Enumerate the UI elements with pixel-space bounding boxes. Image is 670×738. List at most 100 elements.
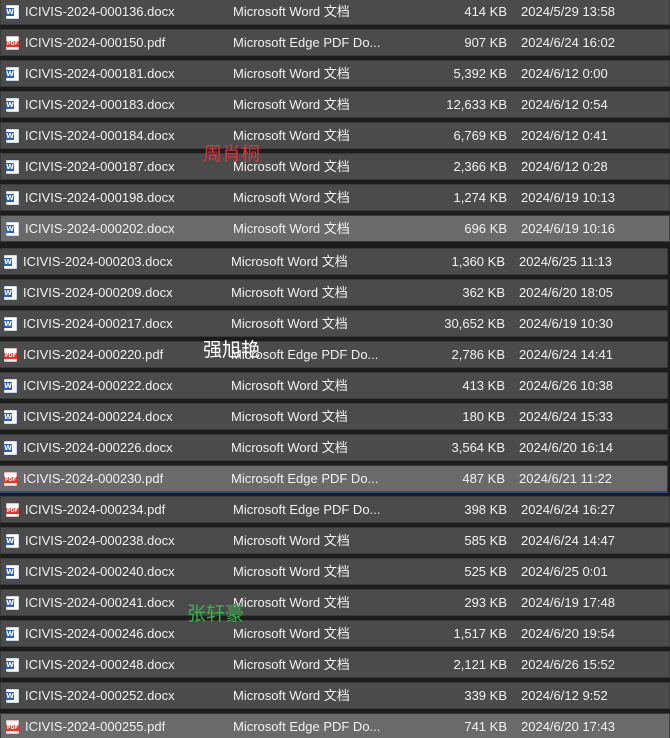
file-date: 2024/6/12 0:54 bbox=[521, 97, 608, 112]
file-row[interactable]: ICIVIS-2024-000240.docx Microsoft Word 文… bbox=[0, 558, 670, 585]
file-name: ICIVIS-2024-000234.pdf bbox=[25, 502, 166, 517]
file-type: Microsoft Word 文档 bbox=[233, 190, 350, 205]
file-name: ICIVIS-2024-000241.docx bbox=[25, 595, 175, 610]
file-size: 30,652 KB bbox=[444, 316, 505, 331]
file-size: 180 KB bbox=[462, 409, 505, 424]
file-type: Microsoft Word 文档 bbox=[233, 688, 350, 703]
file-name: ICIVIS-2024-000198.docx bbox=[25, 190, 175, 205]
file-date: 2024/6/12 0:00 bbox=[521, 66, 608, 81]
file-size: 696 KB bbox=[464, 221, 507, 236]
file-row[interactable]: ICIVIS-2024-000226.docx Microsoft Word 文… bbox=[0, 434, 668, 461]
file-date: 2024/6/25 0:01 bbox=[521, 564, 608, 579]
file-name: ICIVIS-2024-000222.docx bbox=[23, 378, 173, 393]
file-name: ICIVIS-2024-000181.docx bbox=[25, 66, 175, 81]
file-name: ICIVIS-2024-000184.docx bbox=[25, 128, 175, 143]
file-name: ICIVIS-2024-000209.docx bbox=[23, 285, 173, 300]
file-date: 2024/6/20 16:14 bbox=[519, 440, 613, 455]
file-name: ICIVIS-2024-000220.pdf bbox=[23, 347, 164, 362]
file-row[interactable]: ICIVIS-2024-000202.docx Microsoft Word 文… bbox=[0, 215, 670, 242]
word-document-icon bbox=[6, 129, 19, 143]
pdf-document-icon bbox=[6, 720, 19, 734]
file-row[interactable]: ICIVIS-2024-000209.docx Microsoft Word 文… bbox=[0, 279, 668, 306]
file-size: 741 KB bbox=[464, 719, 507, 734]
file-row[interactable]: ICIVIS-2024-000203.docx Microsoft Word 文… bbox=[0, 248, 668, 275]
word-document-icon bbox=[6, 5, 19, 19]
file-row[interactable]: ICIVIS-2024-000136.docx Microsoft Word 文… bbox=[0, 0, 670, 25]
file-type: Microsoft Word 文档 bbox=[233, 564, 350, 579]
word-document-icon bbox=[6, 534, 19, 548]
file-date: 2024/6/24 15:33 bbox=[519, 409, 613, 424]
file-row[interactable]: ICIVIS-2024-000248.docx Microsoft Word 文… bbox=[0, 651, 670, 678]
file-row[interactable]: ICIVIS-2024-000181.docx Microsoft Word 文… bbox=[0, 60, 670, 87]
file-date: 2024/6/19 10:13 bbox=[521, 190, 615, 205]
file-name: ICIVIS-2024-000217.docx bbox=[23, 316, 173, 331]
file-row[interactable]: ICIVIS-2024-000241.docx Microsoft Word 文… bbox=[0, 589, 670, 616]
file-row[interactable]: ICIVIS-2024-000198.docx Microsoft Word 文… bbox=[0, 184, 670, 211]
file-date: 2024/6/26 10:38 bbox=[519, 378, 613, 393]
file-size: 293 KB bbox=[464, 595, 507, 610]
word-document-icon bbox=[6, 160, 19, 174]
file-date: 2024/6/21 11:22 bbox=[519, 471, 613, 486]
file-size: 2,366 KB bbox=[453, 159, 508, 174]
file-size: 487 KB bbox=[462, 471, 505, 486]
file-date: 2024/6/20 19:54 bbox=[521, 626, 615, 641]
file-row[interactable]: ICIVIS-2024-000246.docx Microsoft Word 文… bbox=[0, 620, 670, 647]
file-size: 398 KB bbox=[464, 502, 507, 517]
file-type: Microsoft Word 文档 bbox=[231, 440, 348, 455]
file-row[interactable]: ICIVIS-2024-000150.pdf Microsoft Edge PD… bbox=[0, 29, 670, 56]
word-document-icon bbox=[4, 441, 17, 455]
file-type: Microsoft Edge PDF Do... bbox=[231, 471, 379, 486]
file-type: Microsoft Word 文档 bbox=[231, 409, 348, 424]
word-document-icon bbox=[6, 222, 19, 236]
file-size: 362 KB bbox=[462, 285, 505, 300]
file-type: Microsoft Word 文档 bbox=[231, 316, 348, 331]
file-name: ICIVIS-2024-000224.docx bbox=[23, 409, 173, 424]
file-date: 2024/6/12 0:41 bbox=[521, 128, 608, 143]
file-name: ICIVIS-2024-000252.docx bbox=[25, 688, 175, 703]
file-row[interactable]: ICIVIS-2024-000234.pdf Microsoft Edge PD… bbox=[0, 496, 670, 523]
word-document-icon bbox=[6, 67, 19, 81]
file-size: 5,392 KB bbox=[453, 66, 508, 81]
file-size: 1,360 KB bbox=[451, 254, 506, 269]
file-date: 2024/6/26 15:52 bbox=[521, 657, 615, 672]
file-size: 6,769 KB bbox=[453, 128, 508, 143]
file-type: Microsoft Word 文档 bbox=[233, 533, 350, 548]
file-size: 414 KB bbox=[464, 4, 507, 19]
file-size: 2,121 KB bbox=[453, 657, 508, 672]
pdf-document-icon bbox=[4, 348, 17, 362]
file-row[interactable]: ICIVIS-2024-000217.docx Microsoft Word 文… bbox=[0, 310, 668, 337]
file-row[interactable]: ICIVIS-2024-000238.docx Microsoft Word 文… bbox=[0, 527, 670, 554]
file-row[interactable]: ICIVIS-2024-000222.docx Microsoft Word 文… bbox=[0, 372, 668, 399]
file-date: 2024/6/19 10:30 bbox=[519, 316, 613, 331]
file-type: Microsoft Word 文档 bbox=[233, 128, 350, 143]
file-row[interactable]: ICIVIS-2024-000252.docx Microsoft Word 文… bbox=[0, 682, 670, 709]
file-date: 2024/6/20 17:43 bbox=[521, 719, 615, 734]
file-type: Microsoft Word 文档 bbox=[233, 221, 350, 236]
file-row[interactable]: ICIVIS-2024-000183.docx Microsoft Word 文… bbox=[0, 91, 670, 118]
file-row[interactable]: ICIVIS-2024-000255.pdf Microsoft Edge PD… bbox=[0, 713, 670, 738]
file-date: 2024/6/19 17:48 bbox=[521, 595, 615, 610]
file-type: Microsoft Word 文档 bbox=[231, 254, 348, 269]
word-document-icon bbox=[6, 596, 19, 610]
file-date: 2024/6/24 14:47 bbox=[521, 533, 615, 548]
file-size: 2,786 KB bbox=[451, 347, 506, 362]
file-row[interactable]: ICIVIS-2024-000230.pdf Microsoft Edge PD… bbox=[0, 465, 668, 493]
pdf-document-icon bbox=[6, 36, 19, 50]
word-document-icon bbox=[4, 286, 17, 300]
file-name: ICIVIS-2024-000187.docx bbox=[25, 159, 175, 174]
file-name: ICIVIS-2024-000202.docx bbox=[25, 221, 175, 236]
file-name: ICIVIS-2024-000183.docx bbox=[25, 97, 175, 112]
file-row[interactable]: ICIVIS-2024-000224.docx Microsoft Word 文… bbox=[0, 403, 668, 430]
file-row[interactable]: ICIVIS-2024-000184.docx Microsoft Word 文… bbox=[0, 122, 670, 149]
file-name: ICIVIS-2024-000238.docx bbox=[25, 533, 175, 548]
file-name: ICIVIS-2024-000136.docx bbox=[25, 4, 175, 19]
file-type: Microsoft Word 文档 bbox=[233, 4, 350, 19]
file-row[interactable]: ICIVIS-2024-000187.docx Microsoft Word 文… bbox=[0, 153, 670, 180]
file-type: Microsoft Edge PDF Do... bbox=[233, 35, 381, 50]
word-document-icon bbox=[6, 565, 19, 579]
file-date: 2024/6/24 14:41 bbox=[519, 347, 613, 362]
file-date: 2024/6/20 18:05 bbox=[519, 285, 613, 300]
word-document-icon bbox=[4, 410, 17, 424]
word-document-icon bbox=[6, 191, 19, 205]
file-row[interactable]: ICIVIS-2024-000220.pdf Microsoft Edge PD… bbox=[0, 341, 668, 368]
